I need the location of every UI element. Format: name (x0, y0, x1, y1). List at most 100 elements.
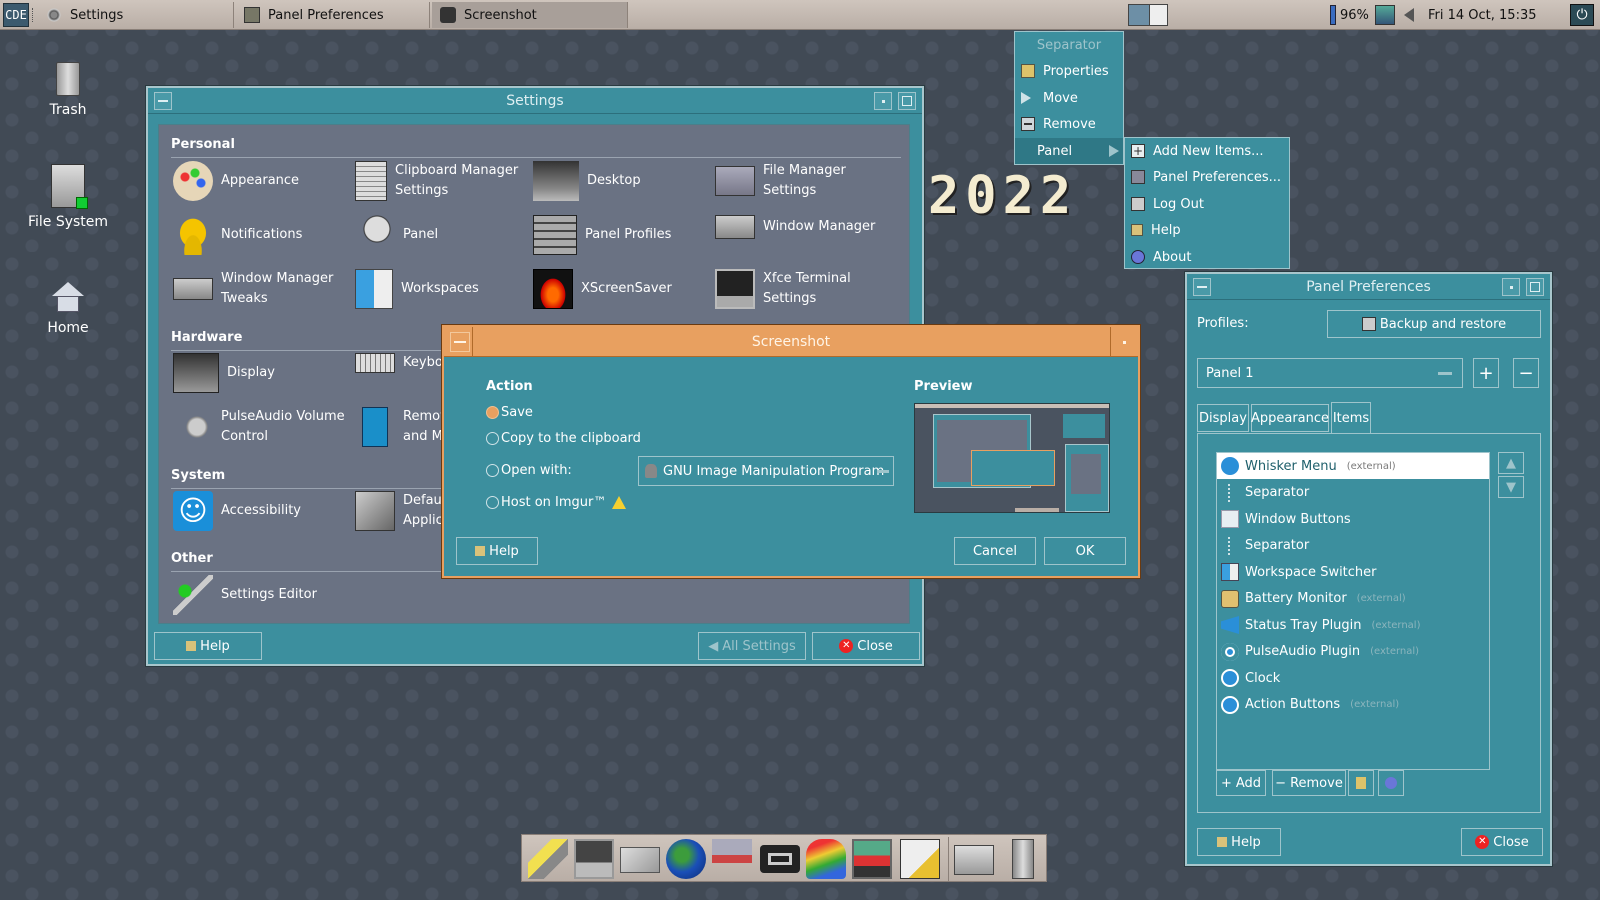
task-panel-preferences[interactable]: Panel Preferences (236, 2, 430, 28)
screenshot-ok-button[interactable]: OK (1044, 537, 1126, 565)
panel-prefs-close-button[interactable]: ✕ Close (1461, 828, 1543, 856)
settings-item-removable[interactable]: Remov and Me (355, 407, 451, 447)
remove-panel-button[interactable]: − (1513, 358, 1539, 388)
backup-restore-button[interactable]: Backup and restore (1327, 310, 1541, 338)
panel-item-row[interactable]: Separator (1217, 480, 1489, 506)
panel-item-row[interactable]: Separator (1217, 533, 1489, 559)
whisker-menu-button[interactable]: CDE (3, 3, 29, 27)
action-buttons-icon[interactable]: ⏻ (1570, 4, 1594, 26)
settings-help-button[interactable]: Help (154, 632, 262, 660)
task-settings[interactable]: Settings (38, 2, 234, 28)
panel-select[interactable]: Panel 1 (1197, 358, 1463, 388)
settings-item-pulseaudio[interactable]: PulseAudio Volume Control (173, 407, 345, 447)
settings-item-appearance[interactable]: Appearance (173, 161, 299, 201)
settings-item-accessibility[interactable]: ☺ Accessibility (173, 491, 301, 531)
window-menu-button[interactable] (450, 332, 470, 352)
camera-icon[interactable] (760, 845, 800, 873)
menu-item-panel[interactable]: Panel (1015, 138, 1123, 164)
menu-item-remove[interactable]: Remove (1015, 111, 1123, 137)
radio-open-with[interactable]: Open with: (486, 463, 572, 478)
settings-item-window-manager-tweaks[interactable]: Window Manager Tweaks (173, 269, 333, 309)
radio-copy-clipboard[interactable]: Copy to the clipboard (486, 431, 641, 446)
volume-icon[interactable] (1404, 8, 1414, 22)
panel-item-row[interactable]: Clock (1217, 665, 1489, 691)
tab-appearance[interactable]: Appearance (1251, 404, 1329, 432)
menu-item-add-new-items[interactable]: + Add New Items... (1125, 138, 1289, 164)
network-icon[interactable] (1375, 5, 1395, 25)
editor-icon[interactable] (900, 839, 940, 879)
maximize-button[interactable] (1526, 278, 1544, 296)
minimize-button[interactable] (1116, 332, 1134, 352)
item-properties-button[interactable] (1348, 770, 1374, 796)
all-settings-button[interactable]: ◀ All Settings (698, 632, 806, 660)
settings-titlebar[interactable]: Settings (148, 88, 922, 114)
settings-close-button[interactable]: ✕ Close (812, 632, 920, 660)
globe-icon[interactable] (666, 839, 706, 879)
trash-icon[interactable] (1012, 839, 1034, 879)
remove-item-button[interactable]: − Remove (1272, 770, 1346, 796)
panel-item-row[interactable]: Window Buttons (1217, 506, 1489, 532)
settings-item-xscreensaver[interactable]: XScreenSaver (533, 269, 672, 309)
window-menu-button[interactable] (154, 92, 172, 110)
workspace-1[interactable] (1129, 5, 1149, 25)
panel-items-list[interactable]: Whisker Menu (external) Separator Window Bu… (1216, 452, 1490, 770)
move-down-button[interactable]: ▼ (1498, 476, 1524, 498)
add-item-button[interactable]: + Add (1216, 770, 1266, 796)
menu-item-log-out[interactable]: Log Out (1125, 191, 1289, 217)
settings-item-window-manager[interactable]: Window Manager (715, 215, 875, 239)
flashlight-icon[interactable] (528, 839, 568, 879)
panel-item-row[interactable]: Whisker Menu (external) (1217, 453, 1489, 479)
radio-save[interactable]: Save (486, 405, 533, 420)
paint-icon[interactable] (806, 839, 846, 879)
workspace-switcher[interactable] (1128, 4, 1168, 26)
desktop-icon-trash[interactable]: Trash (18, 62, 118, 118)
panel-prefs-titlebar[interactable]: Panel Preferences (1187, 274, 1550, 300)
panel-item-row[interactable]: Battery Monitor (external) (1217, 586, 1489, 612)
settings-item-notifications[interactable]: Notifications (173, 215, 302, 255)
settings-item-workspaces[interactable]: Workspaces (355, 269, 479, 309)
panel-item-row[interactable]: Status Tray Plugin (external) (1217, 612, 1489, 638)
image-viewer-icon[interactable] (852, 839, 892, 879)
workspace-2[interactable] (1149, 5, 1167, 25)
menu-item-properties[interactable]: Properties (1015, 58, 1123, 84)
settings-item-file-manager[interactable]: File Manager Settings (715, 161, 846, 201)
panel-item-row[interactable]: PulseAudio Plugin (external) (1217, 639, 1489, 665)
menu-item-move[interactable]: Move (1015, 85, 1123, 111)
desktop-icon-file-system[interactable]: File System (18, 164, 118, 230)
menu-item-panel-preferences[interactable]: Panel Preferences... (1125, 164, 1289, 190)
mail-icon[interactable] (620, 847, 660, 873)
panel-item-row[interactable]: Workspace Switcher (1217, 559, 1489, 585)
radio-host-imgur[interactable]: Host on Imgur™ (486, 495, 627, 510)
minimize-button[interactable] (874, 92, 892, 110)
open-with-select[interactable]: GNU Image Manipulation Program (638, 456, 894, 486)
settings-item-panel[interactable]: Panel (355, 215, 438, 255)
battery-icon[interactable] (1330, 5, 1336, 25)
maximize-button[interactable] (898, 92, 916, 110)
task-screenshot[interactable]: Screenshot (432, 2, 628, 28)
screenshot-cancel-button[interactable]: Cancel (954, 537, 1036, 565)
settings-item-settings-editor[interactable]: Settings Editor (173, 575, 317, 615)
window-menu-button[interactable] (1193, 278, 1211, 296)
settings-item-keyboard[interactable]: Keyboa (355, 353, 451, 373)
clock[interactable]: Fri 14 Oct, 15:35 (1428, 0, 1537, 30)
tab-items[interactable]: Items (1331, 402, 1371, 434)
move-up-button[interactable]: ▲ (1498, 452, 1524, 474)
panel-prefs-help-button[interactable]: Help (1197, 828, 1281, 856)
settings-item-desktop[interactable]: Desktop (533, 161, 641, 201)
settings-item-clipboard-manager[interactable]: Clipboard Manager Settings (355, 161, 518, 201)
settings-item-default-applications[interactable]: Defaul Applica (355, 491, 451, 531)
settings-item-display[interactable]: Display (173, 353, 275, 393)
settings-item-xfce-terminal[interactable]: Xfce Terminal Settings (715, 269, 851, 309)
screenshot-titlebar[interactable]: Screenshot (444, 327, 1138, 357)
desktop-icon-home[interactable]: Home (18, 282, 118, 336)
menu-item-help[interactable]: Help (1125, 217, 1289, 243)
screenshot-help-button[interactable]: Help (456, 537, 538, 565)
folder-icon[interactable] (954, 845, 994, 875)
panel-item-row[interactable]: Action Buttons (external) (1217, 692, 1489, 718)
minimize-button[interactable] (1502, 278, 1520, 296)
menu-item-about[interactable]: About (1125, 244, 1289, 270)
add-panel-button[interactable]: + (1473, 358, 1499, 388)
item-about-button[interactable] (1378, 770, 1404, 796)
computer-icon[interactable] (574, 839, 614, 879)
tab-display[interactable]: Display (1197, 404, 1249, 432)
